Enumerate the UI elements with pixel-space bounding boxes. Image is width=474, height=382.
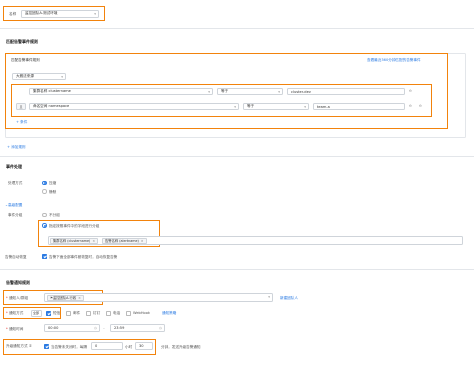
close-icon[interactable]: × <box>92 239 95 243</box>
condition-operator-select[interactable]: 等于 ▾ <box>217 88 283 95</box>
notify-method-label: 短信 <box>53 311 61 315</box>
condition-field-select[interactable]: 集群名称 clustername ▾ <box>29 88 213 95</box>
condition-value-input[interactable]: cluster-dev <box>287 88 405 95</box>
remove-condition-icon[interactable]: ⊖ <box>409 89 412 93</box>
grouping-field-tag: 告警名称 (alertname) × <box>102 237 147 244</box>
chevron-down-icon: ▾ <box>268 295 270 299</box>
clock-icon: ◷ <box>94 326 97 331</box>
notify-time-label: * 通知时间 <box>6 327 24 331</box>
condition-value: team-a <box>317 104 330 109</box>
grouping-label: 事件分组 <box>8 213 23 217</box>
auto-resolve-label: 告警自动恢复 <box>5 254 27 259</box>
repeat-interval-hours-input[interactable]: 0 <box>91 342 123 350</box>
name-field-label: 名称 <box>9 11 17 16</box>
notify-methods-label-text: 通知方式 <box>8 311 24 315</box>
repeat-notify-checkbox[interactable] <box>44 344 49 349</box>
condition-field-value: 命名空间 namespace <box>33 104 70 108</box>
divider <box>0 28 474 29</box>
handle-mode-option: 压缩 <box>49 181 57 185</box>
auto-resolve-text: 告警下面全部事件都恢复时，自动恢复告警 <box>49 254 118 259</box>
handle-mode-radio-compress[interactable] <box>42 180 47 185</box>
notify-time-start-value: 00:00 <box>48 326 59 330</box>
notify-method-checkbox[interactable] <box>86 311 91 316</box>
divider <box>0 156 474 157</box>
condition-field-value: 集群名称 clustername <box>33 89 71 93</box>
add-rule-link[interactable]: + 添加规则 <box>7 145 26 150</box>
advanced-config-link[interactable]: ⌄高级配置 <box>5 203 22 208</box>
chevron-down-icon: ▾ <box>61 75 63 79</box>
handle-mode-label: 处理方式 <box>8 181 23 185</box>
notify-section-title: 告警通知规则 <box>6 280 30 285</box>
grouping-field-tag-label: 集群名称 (clustername) <box>53 239 91 243</box>
repeat-notify-label: 升级通知方式 ② <box>6 344 32 348</box>
chevron-down-icon: ▾ <box>94 11 96 16</box>
notify-methods-select[interactable]: 全部 <box>31 310 42 317</box>
grouping-field-tag: 集群名称 (clustername) × <box>50 237 99 244</box>
chevron-down-icon: ▾ <box>304 105 306 109</box>
notify-time-label-text: 通知时间 <box>8 327 24 331</box>
name-input[interactable]: 监控团队A-测试环境 ▾ <box>21 9 99 18</box>
clock-icon: ◷ <box>159 326 162 331</box>
condition-connector-label: 且 <box>19 105 23 109</box>
advanced-config-label: 高级配置 <box>8 203 23 207</box>
notify-methods-label: * 通知方式 <box>6 311 24 315</box>
recipient-tag: ⚑ 监控团队A-行政 × <box>47 294 84 301</box>
grouping-radio-none[interactable] <box>42 212 47 217</box>
close-icon[interactable]: × <box>78 296 81 300</box>
repeat-interval-unit: 小时 <box>125 344 133 349</box>
condition-field-select[interactable]: 命名空间 namespace ▾ <box>29 103 239 110</box>
chevron-down-icon: ▾ <box>278 90 280 94</box>
recipients-label-text: 通知人/群组 <box>8 296 29 300</box>
source-select-value: 大雅法来源 <box>16 74 34 78</box>
repeat-interval-hours-value: 0 <box>95 344 98 348</box>
handle-mode-radio-silence[interactable] <box>42 189 47 194</box>
notify-method-label: WebHook <box>133 311 151 315</box>
chevron-down-icon: ▾ <box>208 90 210 94</box>
match-box-title: 匹配告警事件规则 <box>11 58 40 62</box>
notify-method-label: 电话 <box>113 311 121 315</box>
match-section-title: 匹配告警事件规则 <box>6 39 38 44</box>
chevron-down-icon: ▾ <box>234 105 236 109</box>
add-condition-link[interactable]: + 条件 <box>16 120 27 125</box>
event-section-title: 事件处理 <box>6 164 22 169</box>
condition-value-input[interactable]: team-a <box>313 103 405 110</box>
repeat-notify-text-prefix: 当告警未关闭时，每隔 <box>51 344 87 349</box>
repeat-interval-minutes-value: 30 <box>139 344 144 348</box>
notify-method-checkbox[interactable] <box>106 311 111 316</box>
time-range-separator: – <box>103 326 105 330</box>
name-input-value: 监控团队A-测试环境 <box>25 11 58 15</box>
notify-time-end-input[interactable]: 23:59 ◷ <box>110 324 165 332</box>
notify-time-end-value: 23:59 <box>114 326 125 330</box>
notify-strategy-link[interactable]: 通知策略 <box>162 311 176 316</box>
notify-methods-select-value: 全部 <box>33 311 40 316</box>
repeat-interval-minutes-input[interactable]: 30 <box>135 342 153 350</box>
divider <box>0 269 474 270</box>
source-select[interactable]: 大雅法来源 ▾ <box>12 73 66 80</box>
handle-mode-option: 静默 <box>49 189 57 194</box>
remove-condition-icon[interactable]: ⊖ <box>409 104 412 108</box>
remove-group-icon[interactable]: ⊖ <box>419 104 422 108</box>
grouping-option: 指定按照事件中的字段进行分组 <box>49 223 100 228</box>
repeat-notify-text-suffix: 分钟，发送升级告警通知 <box>161 344 201 349</box>
grouping-option: 不分组 <box>49 213 60 217</box>
notify-method-checkbox[interactable] <box>66 311 71 316</box>
notify-method-checkbox[interactable] <box>126 311 131 316</box>
condition-operator-select[interactable]: 等于 ▾ <box>243 103 309 110</box>
notify-method-label: 钉钉 <box>93 311 101 315</box>
grouping-radio-by-field[interactable] <box>42 223 47 228</box>
condition-operator-value: 等于 <box>221 89 229 93</box>
recent-events-link[interactable]: 查看最近360分钟匹配的告警事件 <box>367 58 421 63</box>
condition-connector[interactable]: 且 <box>16 103 26 110</box>
add-recipient-link[interactable]: 新建团队人 <box>280 296 298 301</box>
close-icon[interactable]: × <box>141 239 144 243</box>
condition-operator-value: 等于 <box>247 104 255 108</box>
condition-value: cluster-dev <box>291 89 311 94</box>
auto-resolve-checkbox[interactable] <box>42 254 47 259</box>
notify-method-label: 邮件 <box>73 311 81 315</box>
recipient-tag-label: 监控团队A-行政 <box>52 296 77 300</box>
notify-method-checkbox[interactable] <box>46 311 51 316</box>
grouping-field-tag-label: 告警名称 (alertname) <box>105 239 139 243</box>
recipients-label: * 通知人/群组 <box>6 296 29 300</box>
notify-time-start-input[interactable]: 00:00 ◷ <box>44 324 100 332</box>
